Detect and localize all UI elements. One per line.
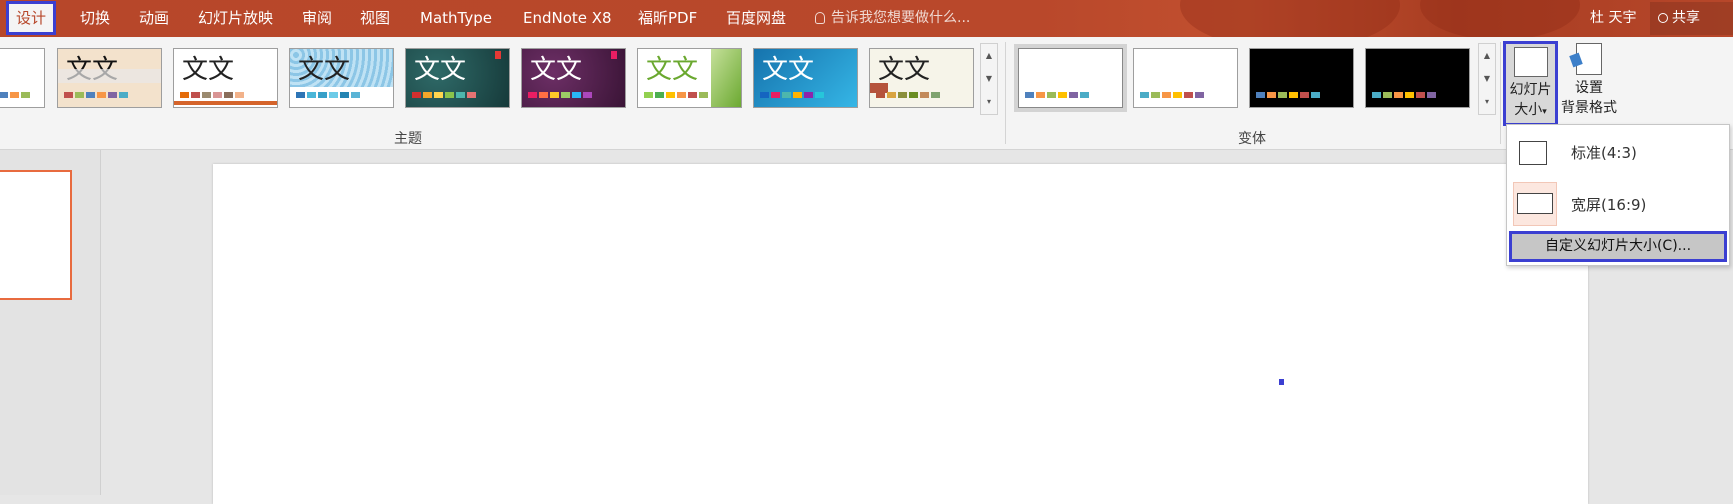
theme-thumb-text: 文文	[878, 55, 931, 85]
tab-design[interactable]: 设计	[6, 1, 57, 35]
color-bar	[760, 92, 824, 98]
tab-foxit-pdf[interactable]: 福昕PDF	[638, 0, 697, 37]
tab-review[interactable]: 审阅	[302, 0, 332, 37]
theme-thumb-1[interactable]: 文文	[57, 48, 162, 108]
variant-thumb-3[interactable]	[1249, 48, 1354, 108]
slide-size-icon	[1513, 47, 1548, 77]
group-label-variants: 变体	[1238, 131, 1266, 147]
tell-me-box[interactable]: 告诉我您想要做什么...	[815, 0, 970, 37]
accent-line	[174, 101, 277, 105]
more-icon[interactable]: ▾	[981, 90, 997, 113]
tell-me-text: 告诉我您想要做什么...	[831, 10, 971, 26]
ratio-4-3-icon	[1519, 141, 1547, 165]
menu-item-standard[interactable]: 标准(4:3)	[1507, 127, 1729, 177]
color-bar	[528, 92, 592, 98]
slide-size-label-2: 大小	[1514, 102, 1543, 118]
menu-item-standard-label: 标准(4:3)	[1571, 144, 1637, 162]
tab-view[interactable]: 视图	[360, 0, 390, 37]
color-bar	[1256, 92, 1320, 98]
group-separator	[1500, 42, 1501, 144]
theme-thumb-text: 文文	[762, 55, 815, 85]
tab-baidu-netdisk[interactable]: 百度网盘	[726, 0, 786, 37]
format-background-label-2: 背景格式	[1561, 100, 1617, 116]
format-background-icon	[1576, 43, 1602, 75]
slide-size-label-1: 幻灯片	[1509, 82, 1552, 98]
color-bar	[644, 92, 708, 98]
green-wedge	[711, 49, 741, 107]
variant-thumb-2[interactable]	[1133, 48, 1238, 108]
group-separator	[1005, 42, 1006, 144]
title-bar-decoration	[1420, 0, 1580, 37]
theme-thumb-text: 文文	[530, 55, 583, 85]
lightbulb-icon	[815, 12, 825, 24]
scroll-down-icon[interactable]: ▼	[1479, 67, 1495, 90]
scroll-up-icon[interactable]: ▲	[1479, 44, 1495, 67]
tab-mathtype[interactable]: MathType	[420, 0, 492, 37]
theme-thumb-text: 文文	[646, 55, 699, 85]
themes-gallery-scroll[interactable]: ▲ ▼ ▾	[980, 43, 998, 115]
theme-thumb-text: 文文	[414, 55, 467, 85]
menu-item-custom-size[interactable]: 自定义幻灯片大小(C)...	[1509, 231, 1727, 262]
format-background-label-1: 设置	[1575, 80, 1603, 96]
slide-size-button[interactable]: 幻灯片 大小▾	[1503, 41, 1558, 126]
variant-thumb-1[interactable]	[1018, 48, 1123, 108]
share-label: 共享	[1672, 10, 1700, 26]
theme-thumb-6[interactable]: 文文	[637, 48, 742, 108]
color-bar	[876, 92, 940, 98]
theme-thumb-7[interactable]: 文文	[753, 48, 858, 108]
more-icon[interactable]: ▾	[1479, 90, 1495, 113]
variants-gallery-scroll[interactable]: ▲ ▼ ▾	[1478, 43, 1496, 115]
color-bar	[1025, 92, 1089, 98]
color-bar	[180, 92, 244, 98]
theme-thumb-3[interactable]: 文文	[289, 48, 394, 108]
color-bar	[296, 92, 360, 98]
format-background-button[interactable]: 设置 背景格式	[1559, 41, 1619, 126]
theme-thumb-2[interactable]: 文文	[173, 48, 278, 108]
theme-thumb-text: 文文	[298, 55, 351, 85]
title-bar-decoration	[1180, 0, 1400, 37]
menu-item-custom-size-label: 自定义幻灯片大小(C)...	[1544, 238, 1692, 254]
tab-endnote[interactable]: EndNote X8	[523, 0, 612, 37]
color-bar	[1372, 92, 1436, 98]
group-label-themes: 主题	[394, 131, 422, 147]
accent-tag	[611, 51, 617, 59]
theme-thumb-partial[interactable]	[0, 48, 45, 108]
person-icon	[1658, 13, 1668, 23]
accent-tag	[495, 51, 501, 59]
selection-handle[interactable]	[1279, 379, 1284, 385]
dropdown-arrow-icon: ▾	[1542, 107, 1547, 117]
tab-animations[interactable]: 动画	[139, 0, 169, 37]
color-bar	[64, 92, 128, 98]
slide-canvas[interactable]	[213, 164, 1588, 504]
menu-item-widescreen-label: 宽屏(16:9)	[1571, 196, 1647, 214]
slide-thumbnail[interactable]	[0, 170, 72, 300]
tab-transitions[interactable]: 切换	[80, 0, 110, 37]
scroll-up-icon[interactable]: ▲	[981, 44, 997, 67]
share-button[interactable]: 共享	[1650, 2, 1733, 35]
brush-stroke	[58, 69, 161, 83]
ribbon-tab-bar: 设计 切换 动画 幻灯片放映 审阅 视图 MathType EndNote X8…	[0, 0, 1733, 37]
color-bar	[1140, 92, 1204, 98]
scroll-down-icon[interactable]: ▼	[981, 67, 997, 90]
theme-thumb-8[interactable]: 文文	[869, 48, 974, 108]
theme-thumb-text: 文文	[182, 55, 235, 85]
color-bar	[412, 92, 476, 98]
color-bar	[0, 92, 30, 98]
tab-slideshow[interactable]: 幻灯片放映	[198, 0, 273, 37]
theme-thumb-4[interactable]: 文文	[405, 48, 510, 108]
menu-item-widescreen[interactable]: 宽屏(16:9)	[1507, 179, 1729, 229]
user-name[interactable]: 杜 天宇	[1590, 0, 1636, 37]
ratio-16-9-icon	[1517, 193, 1553, 214]
theme-thumb-5[interactable]: 文文	[521, 48, 626, 108]
variant-thumb-4[interactable]	[1365, 48, 1470, 108]
